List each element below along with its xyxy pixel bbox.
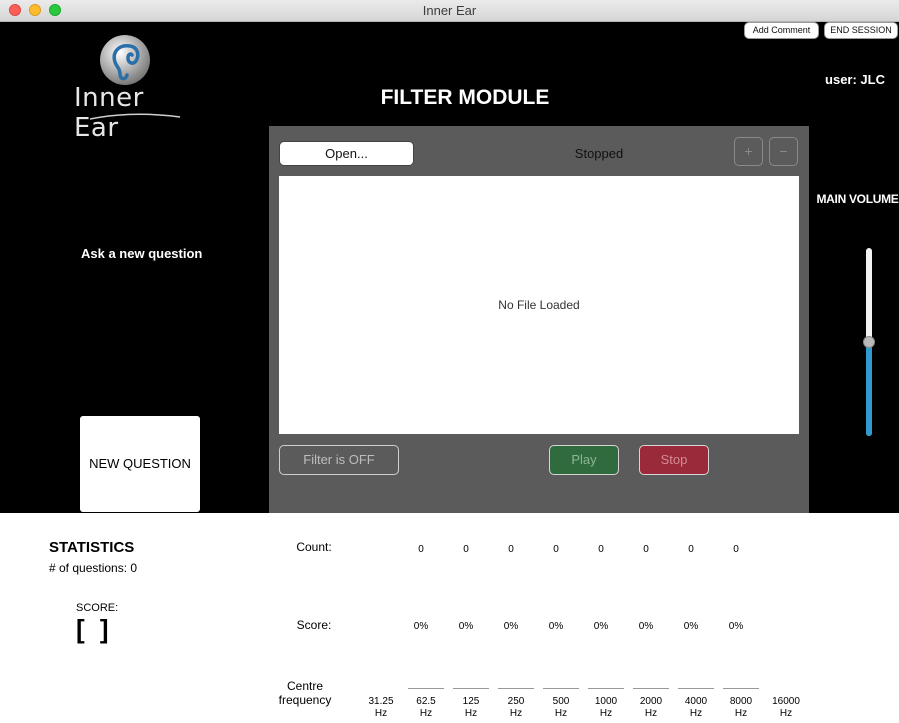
frequency-cell: 1000 Hz xyxy=(585,696,627,720)
count-cell: 0 xyxy=(688,544,694,555)
ear-logo-icon xyxy=(100,35,150,85)
frequency-band-line xyxy=(408,688,444,689)
frequency-cell: 16000 Hz xyxy=(765,696,807,720)
frequency-band-line xyxy=(543,688,579,689)
frequency-cell: 31.25 Hz xyxy=(360,696,402,720)
frequency-band-line xyxy=(588,688,624,689)
frequency-value: 31.25 xyxy=(368,696,394,707)
count-cell: 0 xyxy=(508,544,514,555)
frequency-band-line xyxy=(453,688,489,689)
score-cell: 0% xyxy=(548,621,564,632)
score-cell: 0% xyxy=(458,621,474,632)
frequency-unit: Hz xyxy=(689,708,703,719)
logo-swoosh-icon xyxy=(89,113,181,120)
count-cell: 0 xyxy=(643,544,649,555)
frequency-unit: Hz xyxy=(509,708,523,719)
frequency-value: 250 xyxy=(507,696,525,707)
frequency-unit: Hz xyxy=(599,708,613,719)
frequency-cell: 250 Hz xyxy=(495,696,537,720)
user-label: user: JLC xyxy=(825,72,885,87)
frequency-band-line xyxy=(723,688,759,689)
count-cell: 0 xyxy=(553,544,559,555)
score-cell: 0% xyxy=(638,621,654,632)
frequency-unit: Hz xyxy=(464,708,478,719)
count-cell: 0 xyxy=(733,544,739,555)
question-count: # of questions: 0 xyxy=(49,561,138,575)
main-volume-label: MAIN VOLUME xyxy=(816,192,899,206)
score-cell: 0% xyxy=(413,621,429,632)
frequency-value: 62.5 xyxy=(416,696,436,707)
count-cell: 0 xyxy=(463,544,469,555)
volume-slider-thumb[interactable] xyxy=(863,336,875,348)
frequency-unit: Hz xyxy=(644,708,658,719)
add-comment-button[interactable]: Add Comment xyxy=(744,22,819,39)
frequency-unit: Hz xyxy=(779,708,793,719)
window-titlebar: Inner Ear xyxy=(0,0,899,22)
frequency-band-line xyxy=(678,688,714,689)
centre-frequency-label: Centre frequency xyxy=(245,679,365,707)
main-panel: Add Comment END SESSION Inner Ear FILTER… xyxy=(0,22,899,513)
waveform-display[interactable]: No File Loaded xyxy=(279,176,799,434)
score-label: SCORE: xyxy=(76,602,119,614)
frequency-value: 500 xyxy=(552,696,570,707)
score-cell: 0% xyxy=(503,621,519,632)
statistics-panel: STATISTICS # of questions: 0 SCORE: [ ] … xyxy=(0,513,899,723)
statistics-title: STATISTICS xyxy=(49,539,135,556)
frequency-value: 2000 xyxy=(639,696,663,707)
frequency-cell: 4000 Hz xyxy=(675,696,717,720)
play-button[interactable]: Play xyxy=(549,445,619,475)
frequency-cell: 8000 Hz xyxy=(720,696,762,720)
score-cell: 0% xyxy=(683,621,699,632)
playback-status: Stopped xyxy=(574,146,624,161)
frequency-band-line xyxy=(498,688,534,689)
frequency-value: 125 xyxy=(462,696,480,707)
frequency-band-line xyxy=(633,688,669,689)
filter-toggle-button[interactable]: Filter is OFF xyxy=(279,445,399,475)
frequency-unit: Hz xyxy=(554,708,568,719)
frequency-value: 1000 xyxy=(594,696,618,707)
stop-button[interactable]: Stop xyxy=(639,445,709,475)
new-question-button[interactable]: NEW QUESTION xyxy=(80,416,200,512)
frequency-value: 8000 xyxy=(729,696,753,707)
ask-question-text: Ask a new question xyxy=(81,246,203,261)
inner-ear-logo: Inner Ear xyxy=(70,31,195,143)
score-cell: 0% xyxy=(593,621,609,632)
zoom-out-button[interactable]: − xyxy=(769,137,798,166)
centre-frequency-label-line2: frequency xyxy=(278,693,332,707)
frequency-cell: 125 Hz xyxy=(450,696,492,720)
score-value: [ ] xyxy=(76,614,113,644)
frequency-cell: 62.5 Hz xyxy=(405,696,447,720)
score-row-label: Score: xyxy=(296,618,332,632)
module-title: FILTER MODULE xyxy=(380,86,550,109)
zoom-in-button[interactable]: + xyxy=(734,137,763,166)
open-file-button[interactable]: Open... xyxy=(279,141,414,166)
count-cell: 0 xyxy=(418,544,424,555)
end-session-button[interactable]: END SESSION xyxy=(824,22,898,39)
frequency-cell: 2000 Hz xyxy=(630,696,672,720)
frequency-value: 16000 xyxy=(772,696,800,707)
frequency-unit: Hz xyxy=(734,708,748,719)
centre-frequency-label-line1: Centre xyxy=(286,679,324,693)
main-volume-slider[interactable] xyxy=(863,248,875,436)
frequency-unit: Hz xyxy=(374,708,388,719)
score-cell: 0% xyxy=(728,621,744,632)
count-cell: 0 xyxy=(598,544,604,555)
frequency-cell: 500 Hz xyxy=(540,696,582,720)
frequency-value: 4000 xyxy=(684,696,708,707)
frequency-unit: Hz xyxy=(419,708,433,719)
no-file-message: No File Loaded xyxy=(498,298,580,312)
count-row-label: Count: xyxy=(296,540,332,554)
volume-level-fill xyxy=(866,342,872,436)
audio-player-panel: Open... Stopped + − No File Loaded Filte… xyxy=(269,126,809,513)
window-title: Inner Ear xyxy=(422,3,477,18)
